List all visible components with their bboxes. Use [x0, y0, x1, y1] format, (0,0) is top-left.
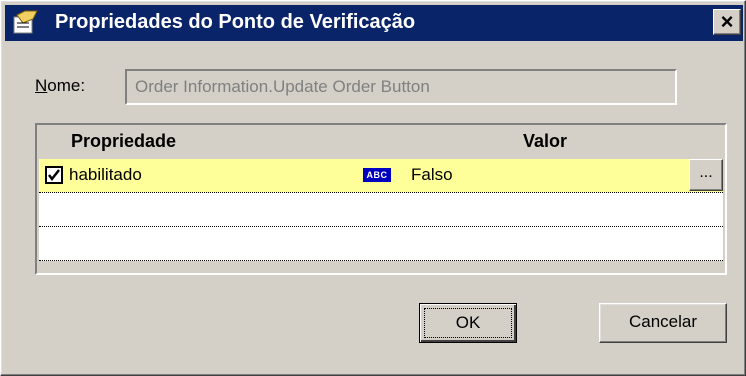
- ok-button[interactable]: OK: [419, 303, 517, 343]
- property-name: habilitado: [69, 165, 142, 184]
- close-icon: ×: [720, 9, 734, 34]
- table-row-empty: [39, 227, 723, 261]
- string-type-icon: ABC: [363, 168, 391, 182]
- edit-value-button[interactable]: ...: [689, 159, 723, 191]
- cancel-button[interactable]: Cancelar: [599, 303, 727, 343]
- title-bar[interactable]: Propriedades do Ponto de Verificação ×: [5, 5, 743, 41]
- ok-button-label: OK: [424, 308, 512, 338]
- name-field[interactable]: [125, 69, 677, 105]
- column-header-value[interactable]: Valor: [523, 131, 567, 152]
- checkpoint-properties-icon: [13, 10, 38, 34]
- property-grid: Propriedade Valor habilitado ABC Falso .…: [35, 123, 727, 275]
- close-button[interactable]: ×: [713, 9, 741, 35]
- checkmark-icon: [48, 169, 60, 182]
- row-checkbox[interactable]: [45, 166, 63, 184]
- property-value[interactable]: Falso: [411, 165, 453, 185]
- column-header-property[interactable]: Propriedade: [71, 131, 176, 152]
- checkpoint-properties-dialog: Propriedades do Ponto de Verificação × N…: [0, 0, 746, 376]
- name-label: Nome:: [35, 76, 86, 95]
- table-row[interactable]: habilitado ABC Falso ...: [39, 159, 723, 193]
- dialog-title: Propriedades do Ponto de Verificação: [55, 11, 416, 33]
- table-row-empty: [39, 193, 723, 227]
